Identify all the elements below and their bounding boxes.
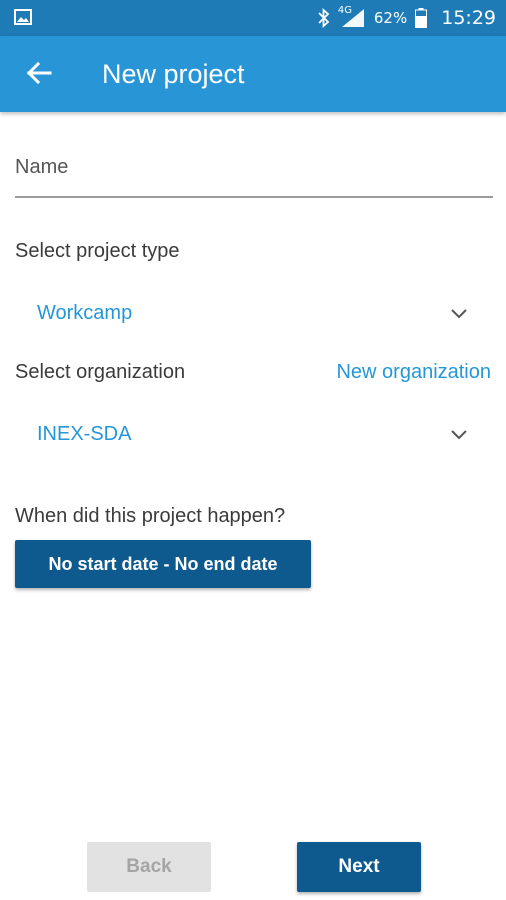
project-type-label: Select project type [15, 240, 180, 262]
project-type-value: Workcamp [37, 302, 133, 324]
organization-label: Select organization [15, 361, 186, 383]
back-button[interactable]: Back [87, 842, 211, 892]
clock: 15:29 [441, 7, 496, 29]
battery-percent: 62% [373, 9, 408, 27]
date-question: When did this project happen? [15, 505, 286, 527]
page-title: New project [102, 59, 245, 89]
status-bar: 4G 62% 15:29 [0, 0, 506, 36]
gallery-icon [14, 9, 32, 25]
organization-dropdown[interactable]: INEX-SDA [15, 411, 493, 459]
arrow-left-icon[interactable] [24, 58, 54, 88]
app-bar: New project [0, 36, 506, 112]
date-range-button[interactable]: No start date - No end date [15, 540, 311, 588]
next-button[interactable]: Next [297, 842, 421, 892]
battery-icon [415, 8, 428, 28]
status-right: 4G 62% 15:29 [318, 0, 496, 36]
organization-value: INEX-SDA [37, 423, 132, 445]
name-input[interactable] [15, 150, 493, 179]
chevron-down-icon [451, 309, 467, 319]
signal-icon: 4G [338, 5, 366, 29]
name-field[interactable] [15, 150, 493, 198]
chevron-down-icon [451, 430, 467, 440]
project-type-dropdown[interactable]: Workcamp [15, 290, 493, 338]
new-organization-link[interactable]: New organization [336, 361, 491, 384]
bluetooth-icon [318, 8, 330, 28]
